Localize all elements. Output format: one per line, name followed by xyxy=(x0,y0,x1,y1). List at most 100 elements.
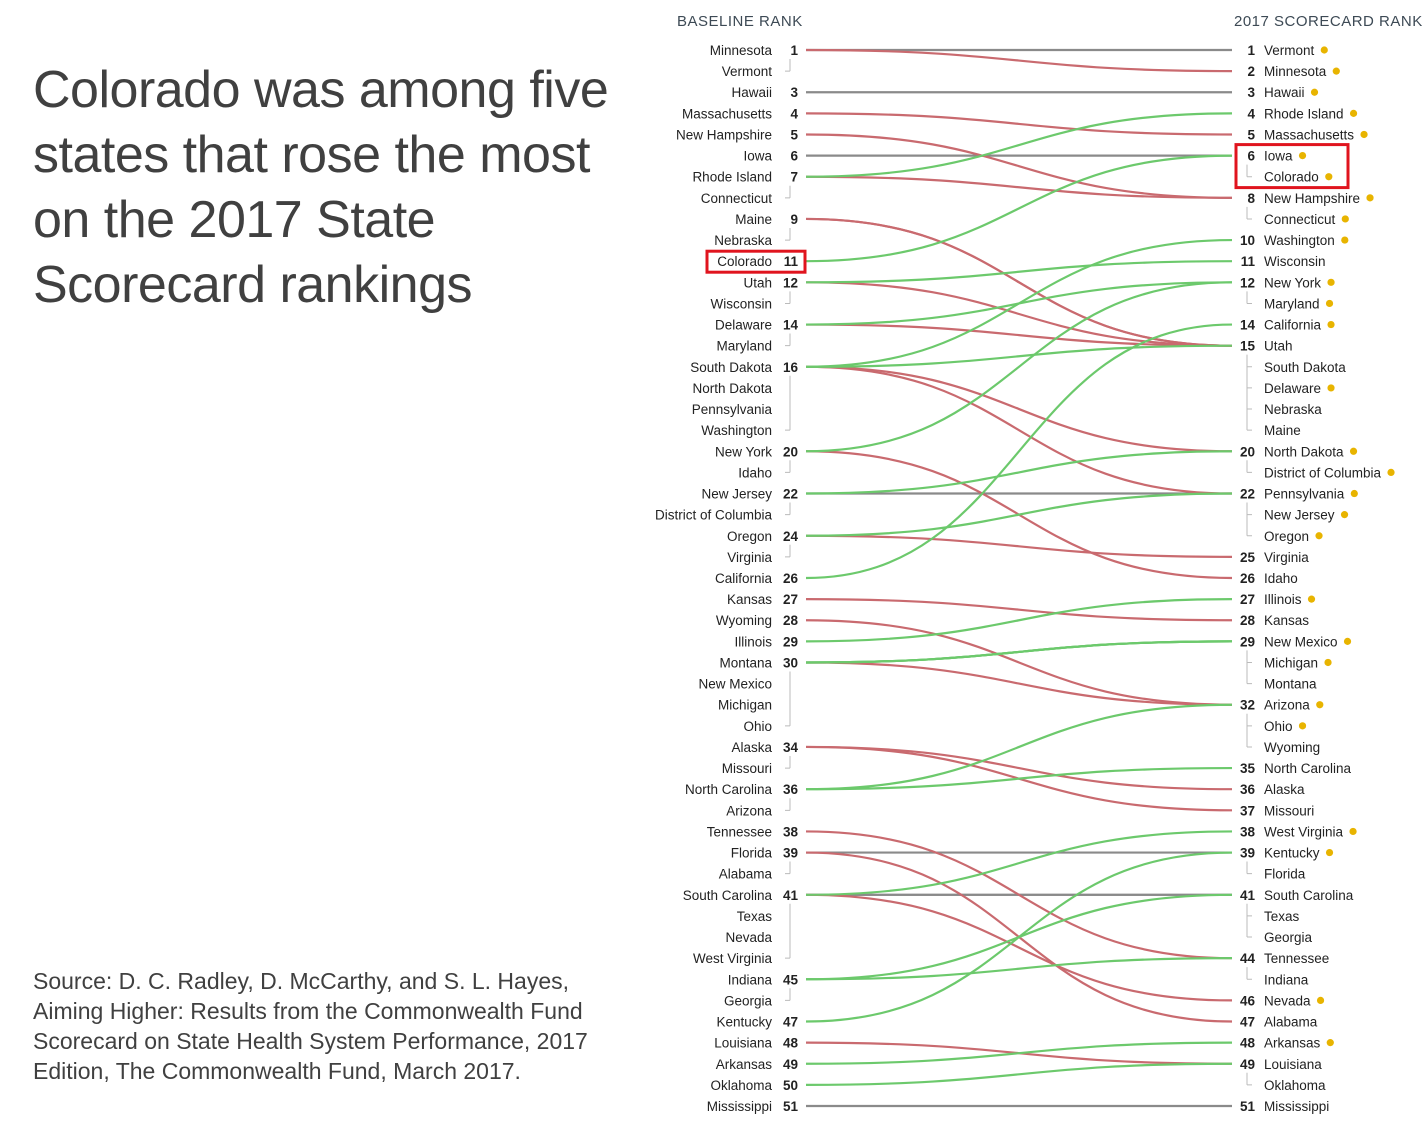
tie-bracket xyxy=(1246,713,1252,738)
scorecard-rank-number: 48 xyxy=(1240,1036,1256,1051)
scorecard-rank-number: 47 xyxy=(1240,1015,1255,1030)
scorecard-state-label: North Carolina xyxy=(1264,761,1352,776)
baseline-state-label: Delaware xyxy=(715,318,772,333)
baseline-rank-number: 5 xyxy=(790,127,798,142)
baseline-rank-number: 1 xyxy=(790,43,798,58)
marker-dot xyxy=(1325,848,1334,857)
baseline-state-label: New Hampshire xyxy=(676,127,772,142)
baseline-state-label: Oklahoma xyxy=(710,1078,772,1093)
baseline-state-label: Minnesota xyxy=(710,43,773,58)
scorecard-state-label: Alabama xyxy=(1264,1015,1318,1030)
baseline-rank-number: 20 xyxy=(783,444,798,459)
scorecard-rank-number: 8 xyxy=(1247,191,1255,206)
baseline-state-label: Connecticut xyxy=(701,191,773,206)
baseline-rank-number: 51 xyxy=(783,1099,799,1114)
scorecard-state-label: Alaska xyxy=(1264,782,1305,797)
baseline-state-label: Virginia xyxy=(727,550,772,565)
marker-dot xyxy=(1350,489,1358,498)
baseline-state-label: Utah xyxy=(743,275,772,290)
baseline-state-label: Alabama xyxy=(719,867,773,882)
baseline-state-label: North Carolina xyxy=(685,782,773,797)
tie-bracket xyxy=(785,798,791,811)
baseline-rank-number: 34 xyxy=(783,740,799,755)
scorecard-state-label: Ohio xyxy=(1264,719,1293,734)
scorecard-state-label: Kentucky xyxy=(1264,846,1320,861)
rank-change-line-nevada xyxy=(805,893,1233,1002)
scorecard-state-label: South Carolina xyxy=(1264,888,1354,903)
rank-change-line-district-of-columbia xyxy=(805,450,1233,495)
marker-dot xyxy=(1332,67,1340,75)
baseline-state-label: Rhode Island xyxy=(692,170,772,185)
scorecard-state-label: Kansas xyxy=(1264,613,1309,628)
scorecard-rank-number: 35 xyxy=(1240,761,1256,776)
marker-dot xyxy=(1327,320,1335,329)
baseline-state-label: Mississippi xyxy=(707,1099,772,1114)
scorecard-state-label: Indiana xyxy=(1264,972,1309,987)
baseline-rank-number: 16 xyxy=(783,360,799,375)
tie-bracket xyxy=(785,185,791,199)
scorecard-rank-number: 29 xyxy=(1240,634,1255,649)
baseline-rank-number: 11 xyxy=(784,254,799,269)
scorecard-state-label: District of Columbia xyxy=(1264,465,1382,480)
scorecard-state-label: Maine xyxy=(1264,423,1301,438)
scorecard-rank-number: 22 xyxy=(1240,487,1255,502)
scorecard-rank-number: 5 xyxy=(1247,127,1255,142)
baseline-rank-number: 12 xyxy=(783,275,798,290)
marker-dot xyxy=(1340,511,1349,519)
scorecard-state-label: Virginia xyxy=(1264,550,1309,565)
tie-bracket xyxy=(1246,375,1252,401)
tie-bracket xyxy=(785,333,791,347)
baseline-state-label: Colorado xyxy=(717,254,772,269)
baseline-state-label: Wisconsin xyxy=(710,296,772,311)
baseline-state-label: District of Columbia xyxy=(655,508,773,523)
scorecard-state-label: Minnesota xyxy=(1264,64,1327,79)
marker-dot xyxy=(1327,278,1335,286)
tie-bracket xyxy=(785,418,791,431)
rank-change-line-kansas xyxy=(805,598,1233,622)
marker-dot xyxy=(1327,384,1335,392)
tie-bracket xyxy=(1246,650,1252,675)
baseline-state-label: Washington xyxy=(701,423,772,438)
baseline-rank-number: 9 xyxy=(790,212,798,227)
left-header: BASELINE RANK xyxy=(677,13,803,30)
baseline-state-label: West Virginia xyxy=(693,951,773,966)
marker-dot xyxy=(1298,722,1307,730)
scorecard-state-label: Delaware xyxy=(1264,381,1321,396)
baseline-state-label: Kansas xyxy=(727,592,772,607)
tie-bracket xyxy=(1246,502,1252,527)
scorecard-state-label: Arkansas xyxy=(1264,1036,1321,1051)
scorecard-state-label: Idaho xyxy=(1264,571,1298,586)
tie-bracket xyxy=(1246,903,1252,929)
tie-bracket xyxy=(1246,460,1252,473)
scorecard-state-label: New Hampshire xyxy=(1264,191,1360,206)
scorecard-rank-number: 14 xyxy=(1240,318,1256,333)
rank-change-line-pennsylvania xyxy=(805,365,1233,495)
marker-dot xyxy=(1349,447,1358,455)
tie-bracket xyxy=(1246,206,1252,220)
scorecard-state-label: Michigan xyxy=(1264,655,1318,670)
baseline-state-label: Louisiana xyxy=(714,1036,772,1051)
tie-bracket xyxy=(785,988,791,1001)
tie-bracket xyxy=(785,861,791,875)
scorecard-state-label: Louisiana xyxy=(1264,1057,1322,1072)
baseline-state-label: New Mexico xyxy=(698,677,772,692)
baseline-state-label: Wyoming xyxy=(716,613,772,628)
scorecard-rank-number: 15 xyxy=(1240,339,1256,354)
scorecard-state-label: Massachusetts xyxy=(1264,127,1354,142)
scorecard-state-label: Georgia xyxy=(1264,930,1313,945)
scorecard-state-label: New York xyxy=(1264,275,1321,290)
baseline-rank-number: 41 xyxy=(783,888,799,903)
tie-bracket xyxy=(1246,924,1252,938)
scorecard-state-label: California xyxy=(1264,318,1322,333)
tie-bracket xyxy=(785,946,791,959)
tie-bracket xyxy=(785,460,791,473)
baseline-rank-number: 50 xyxy=(783,1078,798,1093)
right-header: 2017 SCORECARD RANK xyxy=(1234,13,1423,30)
marker-dot xyxy=(1349,109,1358,117)
scorecard-state-label: Vermont xyxy=(1264,43,1315,58)
tie-bracket xyxy=(1246,734,1252,748)
marker-dot xyxy=(1298,152,1307,160)
scorecard-state-label: Maryland xyxy=(1264,296,1320,311)
rank-change-line-south-dakota xyxy=(805,344,1233,368)
marker-dot xyxy=(1320,46,1328,54)
